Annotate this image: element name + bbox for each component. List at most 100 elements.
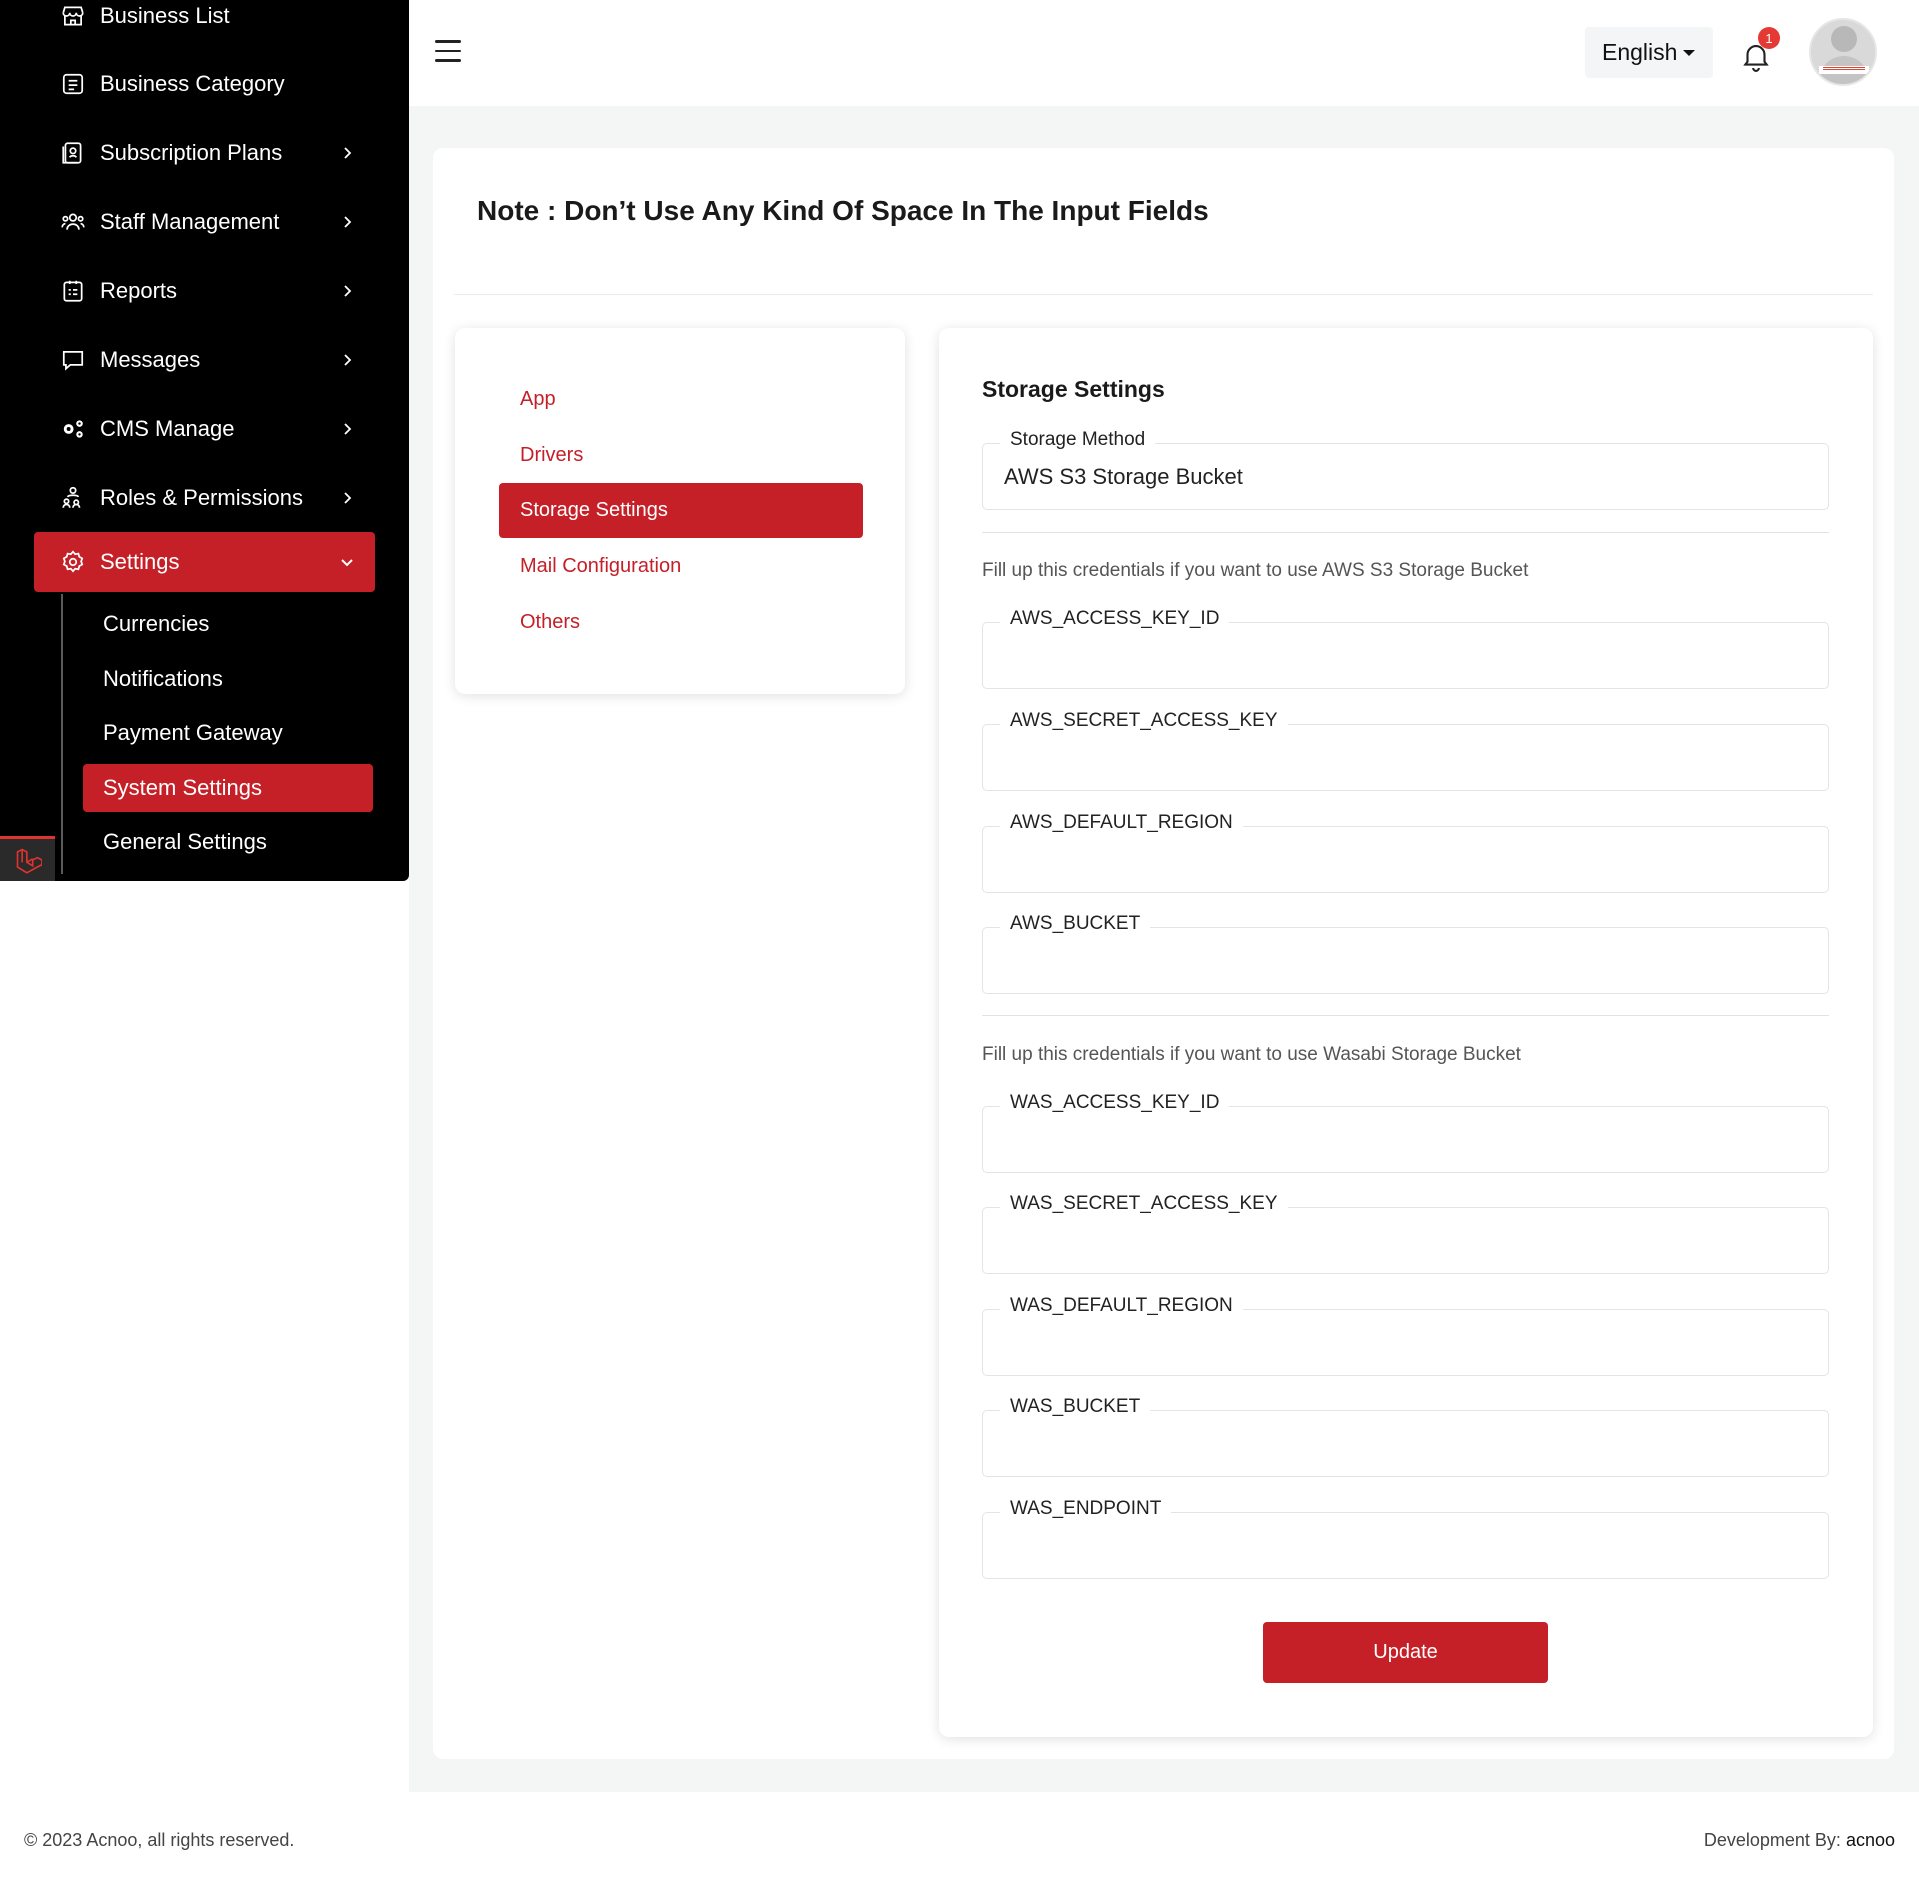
aws-access-key-id-field[interactable] (982, 622, 1829, 689)
roles-icon (60, 485, 86, 511)
divider (454, 294, 1873, 295)
sidebar-item-subscription-plans[interactable]: Subscription Plans (34, 123, 375, 183)
was-secret-access-key-label: WAS_SECRET_ACCESS_KEY (1000, 1193, 1288, 1215)
aws-default-region-label: AWS_DEFAULT_REGION (1000, 812, 1243, 834)
aws-default-region-field[interactable] (982, 826, 1829, 893)
report-icon (60, 278, 86, 304)
sidebar-subitem-general-settings[interactable]: General Settings (83, 818, 373, 866)
was-bucket-label: WAS_BUCKET (1000, 1396, 1151, 1418)
update-button[interactable]: Update (1263, 1622, 1548, 1683)
aws-secret-access-key-input[interactable] (983, 725, 1828, 790)
sidebar-item-settings[interactable]: Settings (34, 532, 375, 592)
chevron-right-icon (344, 216, 352, 228)
chevron-right-icon (344, 492, 352, 504)
aws-bucket-field[interactable] (982, 927, 1829, 994)
sidebar-item-cms-manage[interactable]: CMS Manage (34, 399, 375, 459)
sidebar-item-label: Business Category (100, 71, 285, 96)
aws-hint: Fill up this credentials if you want to … (982, 560, 1529, 581)
settings-tab-storage[interactable]: Storage Settings (499, 483, 863, 538)
sidebar-subitem-currencies[interactable]: Currencies (83, 600, 373, 648)
was-default-region-label: WAS_DEFAULT_REGION (1000, 1295, 1243, 1317)
sidebar-item-label: Reports (100, 278, 178, 303)
sidebar-item-reports[interactable]: Reports (34, 261, 375, 321)
sidebar-subitem-label: System Settings (103, 775, 262, 800)
sidebar-item-label: Roles & Permissions (100, 485, 303, 510)
was-endpoint-field[interactable] (982, 1512, 1829, 1579)
list-icon (60, 71, 86, 97)
divider (982, 532, 1829, 533)
storage-method-label: Storage Method (1000, 429, 1156, 451)
top-header: English 1 (409, 0, 1919, 106)
notification-badge: 1 (1758, 27, 1780, 49)
aws-access-key-id-input[interactable] (983, 623, 1828, 688)
sidebar-item-label: Business List (100, 3, 230, 28)
settings-tab-others[interactable]: Others (499, 595, 863, 650)
aws-secret-access-key-field[interactable] (982, 724, 1829, 791)
language-dropdown[interactable]: English (1585, 27, 1713, 78)
subscription-icon (60, 140, 86, 166)
was-endpoint-label: WAS_ENDPOINT (1000, 1498, 1172, 1520)
was-bucket-input[interactable] (983, 1411, 1828, 1476)
submenu-guide-line (61, 594, 63, 874)
was-access-key-id-label: WAS_ACCESS_KEY_ID (1000, 1092, 1230, 1114)
footer-copyright: © 2023 Acnoo, all rights reserved. (24, 1830, 295, 1850)
wasabi-hint: Fill up this credentials if you want to … (982, 1044, 1521, 1065)
was-secret-access-key-input[interactable] (983, 1208, 1828, 1273)
chevron-right-icon (344, 285, 352, 297)
sidebar-subitem-system-settings[interactable]: System Settings (83, 764, 373, 812)
sidebar-item-label: Subscription Plans (100, 140, 283, 165)
chevron-right-icon (344, 354, 352, 366)
was-secret-access-key-field[interactable] (982, 1207, 1829, 1274)
was-default-region-input[interactable] (983, 1310, 1828, 1375)
sidebar-subitem-label: General Settings (103, 829, 267, 854)
sidebar-item-label: Messages (100, 347, 201, 372)
sidebar-subitem-payment-gateway[interactable]: Payment Gateway (83, 709, 373, 757)
laravel-debug-icon[interactable] (0, 836, 55, 881)
aws-bucket-label: AWS_BUCKET (1000, 913, 1151, 935)
message-icon (60, 347, 86, 373)
sidebar-subitem-notifications[interactable]: Notifications (83, 655, 373, 703)
avatar[interactable] (1809, 18, 1877, 86)
chevron-right-icon (344, 423, 352, 435)
sidebar-subitem-label: Payment Gateway (103, 720, 283, 745)
footer-dev-prefix: Development By: (1703, 1830, 1841, 1850)
was-bucket-field[interactable] (982, 1410, 1829, 1477)
aws-access-key-id-label: AWS_ACCESS_KEY_ID (1000, 608, 1230, 630)
was-access-key-id-input[interactable] (983, 1107, 1828, 1172)
menu-toggle-icon[interactable] (435, 40, 461, 62)
sidebar-item-label: CMS Manage (100, 416, 235, 441)
sidebar-item-business-list[interactable]: Business List (34, 0, 375, 46)
sidebar-item-messages[interactable]: Messages (34, 330, 375, 390)
sidebar: Business List Business Category Subscrip… (0, 0, 409, 881)
storage-method-select[interactable]: AWS S3 Storage Bucket (982, 443, 1829, 510)
cms-icon (60, 416, 86, 442)
language-label: English (1602, 39, 1678, 65)
was-endpoint-input[interactable] (983, 1513, 1828, 1578)
storage-method-value: AWS S3 Storage Bucket (1004, 464, 1243, 489)
staff-icon (60, 209, 86, 235)
store-icon (60, 3, 86, 29)
chevron-right-icon (344, 147, 352, 159)
aws-secret-access-key-label: AWS_SECRET_ACCESS_KEY (1000, 710, 1288, 732)
footer-dev-link[interactable]: acnoo (1846, 1830, 1895, 1850)
sidebar-item-label: Staff Management (100, 209, 280, 234)
settings-tab-app[interactable]: App (499, 372, 863, 427)
caret-down-icon (1683, 50, 1695, 56)
sidebar-subitem-label: Notifications (103, 666, 223, 691)
chevron-down-icon (341, 559, 353, 567)
form-title: Storage Settings (982, 376, 1165, 402)
page-title: Note : Don’t Use Any Kind Of Space In Th… (477, 195, 1209, 226)
footer-credit: Development By: acnoo (1704, 1830, 1895, 1851)
sidebar-item-label: Settings (100, 549, 180, 574)
sidebar-item-staff-management[interactable]: Staff Management (34, 192, 375, 252)
sidebar-item-roles-permissions[interactable]: Roles & Permissions (34, 468, 375, 528)
sidebar-subitem-label: Currencies (103, 611, 210, 636)
aws-default-region-input[interactable] (983, 827, 1828, 892)
divider (982, 1015, 1829, 1016)
aws-bucket-input[interactable] (983, 928, 1828, 993)
was-default-region-field[interactable] (982, 1309, 1829, 1376)
sidebar-item-business-category[interactable]: Business Category (34, 54, 375, 114)
settings-tab-mail[interactable]: Mail Configuration (499, 539, 863, 594)
settings-tab-drivers[interactable]: Drivers (499, 428, 863, 483)
was-access-key-id-field[interactable] (982, 1106, 1829, 1173)
